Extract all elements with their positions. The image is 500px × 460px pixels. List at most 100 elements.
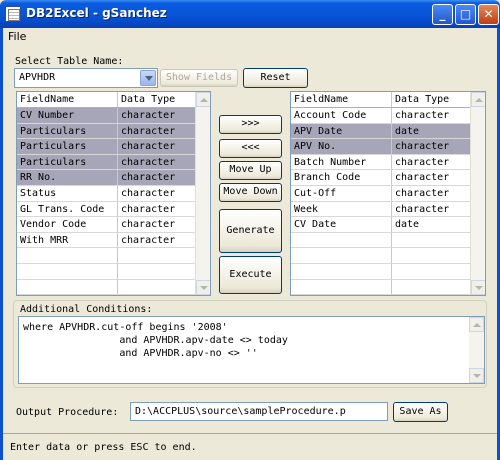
table-row — [17, 264, 197, 280]
scroll-down-icon[interactable] — [469, 368, 484, 383]
data-type-cell: character — [118, 232, 197, 248]
table-row[interactable]: Particulars character — [17, 123, 197, 140]
maximize-button[interactable]: □ — [455, 4, 476, 25]
field-name-cell: Cut-Off — [291, 186, 392, 201]
field-name-cell: Status — [17, 186, 118, 201]
data-type-cell: character — [392, 108, 471, 123]
table-row[interactable]: Account Code character — [291, 108, 471, 124]
table-row — [291, 279, 471, 295]
data-type-cell: character — [118, 217, 197, 232]
column-header-fieldname: FieldName — [17, 92, 118, 107]
window-frame-left — [0, 28, 3, 460]
move-left-button[interactable]: <<< — [219, 139, 282, 158]
table-row[interactable]: Cut-Off character — [291, 186, 471, 202]
vertical-scrollbar[interactable] — [195, 92, 210, 295]
chevron-down-icon[interactable] — [140, 70, 156, 86]
field-name-cell — [291, 248, 392, 263]
save-as-button[interactable]: Save As — [393, 402, 448, 422]
select-table-label: Select Table Name: — [15, 56, 124, 67]
field-name-cell: With MRR — [17, 232, 118, 248]
table-name-value: APVHDR — [19, 72, 56, 83]
conditions-textarea[interactable]: where APVHDR.cut-off begins '2008' and A… — [18, 316, 485, 384]
status-text: Enter data or press ESC to end. — [10, 442, 197, 453]
app-icon — [5, 6, 21, 22]
data-type-cell — [392, 264, 471, 279]
table-row[interactable]: Particulars character — [17, 154, 197, 171]
vertical-scrollbar[interactable] — [470, 92, 485, 295]
scroll-down-icon[interactable] — [471, 280, 485, 295]
data-type-cell: date — [392, 123, 471, 139]
scroll-up-icon[interactable] — [469, 317, 484, 332]
field-name-cell: Account Code — [291, 108, 392, 123]
table-row[interactable]: APV No. character — [291, 139, 471, 155]
move-right-button[interactable]: >>> — [219, 115, 282, 134]
conditions-text: where APVHDR.cut-off begins '2008' and A… — [23, 322, 288, 359]
selected-fields-list[interactable]: FieldName Data Type Account Code characte… — [290, 91, 486, 296]
column-header-datatype: Data Type — [118, 92, 197, 107]
minimize-icon: _ — [439, 7, 446, 21]
maximize-icon: □ — [459, 7, 472, 21]
data-type-cell: character — [118, 154, 197, 170]
scroll-down-icon[interactable] — [196, 280, 210, 295]
field-name-cell: Particulars — [17, 139, 118, 154]
scroll-up-icon[interactable] — [196, 92, 210, 107]
table-row[interactable]: CV Number character — [17, 108, 197, 124]
data-type-cell — [118, 248, 197, 263]
menu-file[interactable]: File — [8, 30, 26, 43]
execute-button[interactable]: Execute — [219, 256, 282, 294]
field-name-cell — [17, 264, 118, 279]
table-row[interactable]: APV Date date — [291, 123, 471, 140]
table-row — [17, 248, 197, 264]
data-type-cell — [392, 279, 471, 295]
field-name-cell: CV Number — [17, 108, 118, 123]
data-type-cell: character — [392, 186, 471, 201]
table-row[interactable]: Vendor Code character — [17, 217, 197, 233]
table-row[interactable]: Batch Number character — [291, 154, 471, 171]
table-row[interactable]: GL Trans. Code character — [17, 201, 197, 218]
field-name-cell: APV No. — [291, 139, 392, 154]
data-type-cell: character — [118, 186, 197, 201]
field-name-cell: RR No. — [17, 170, 118, 185]
column-header-datatype: Data Type — [392, 92, 471, 107]
available-fields-list[interactable]: FieldName Data Type CV Number character Pa… — [16, 91, 211, 296]
move-up-button[interactable]: Move Up — [219, 161, 282, 180]
reset-button[interactable]: Reset — [243, 68, 308, 88]
table-row[interactable]: CV Date date — [291, 217, 471, 233]
data-type-cell: character — [392, 170, 471, 185]
table-row — [291, 248, 471, 264]
field-name-cell — [291, 279, 392, 295]
conditions-label: Additional Conditions: — [20, 304, 153, 315]
table-row[interactable]: RR No. character — [17, 170, 197, 186]
move-down-button[interactable]: Move Down — [219, 183, 282, 202]
menu-bar — [0, 28, 500, 46]
vertical-scrollbar[interactable] — [469, 317, 484, 383]
output-procedure-input[interactable]: D:\ACCPLUS\source\sampleProcedure.p — [130, 402, 388, 421]
list-header: FieldName Data Type — [17, 92, 197, 108]
field-name-cell: Week — [291, 201, 392, 217]
table-row — [291, 264, 471, 280]
table-row — [17, 279, 197, 295]
table-name-combo[interactable]: APVHDR — [14, 68, 158, 88]
table-row — [291, 232, 471, 249]
field-name-cell — [291, 264, 392, 279]
minimize-button[interactable]: _ — [432, 4, 453, 25]
table-row[interactable]: Status character — [17, 186, 197, 202]
table-row[interactable]: Week character — [291, 201, 471, 218]
field-name-cell: Particulars — [17, 123, 118, 139]
table-row[interactable]: Branch Code character — [291, 170, 471, 186]
table-row[interactable]: With MRR character — [17, 232, 197, 249]
field-name-cell: Batch Number — [291, 154, 392, 170]
data-type-cell: character — [118, 123, 197, 139]
data-type-cell: character — [392, 201, 471, 217]
scroll-up-icon[interactable] — [471, 92, 485, 107]
close-button[interactable]: ✕ — [478, 4, 499, 25]
data-type-cell — [392, 248, 471, 263]
field-name-cell: GL Trans. Code — [17, 201, 118, 217]
field-name-cell: Branch Code — [291, 170, 392, 185]
generate-button[interactable]: Generate — [219, 209, 282, 253]
show-fields-button[interactable]: Show Fields — [160, 69, 238, 87]
output-procedure-label: Output Procedure: — [16, 407, 119, 418]
field-name-cell: CV Date — [291, 217, 392, 232]
table-row[interactable]: Particulars character — [17, 139, 197, 155]
data-type-cell: character — [392, 139, 471, 154]
